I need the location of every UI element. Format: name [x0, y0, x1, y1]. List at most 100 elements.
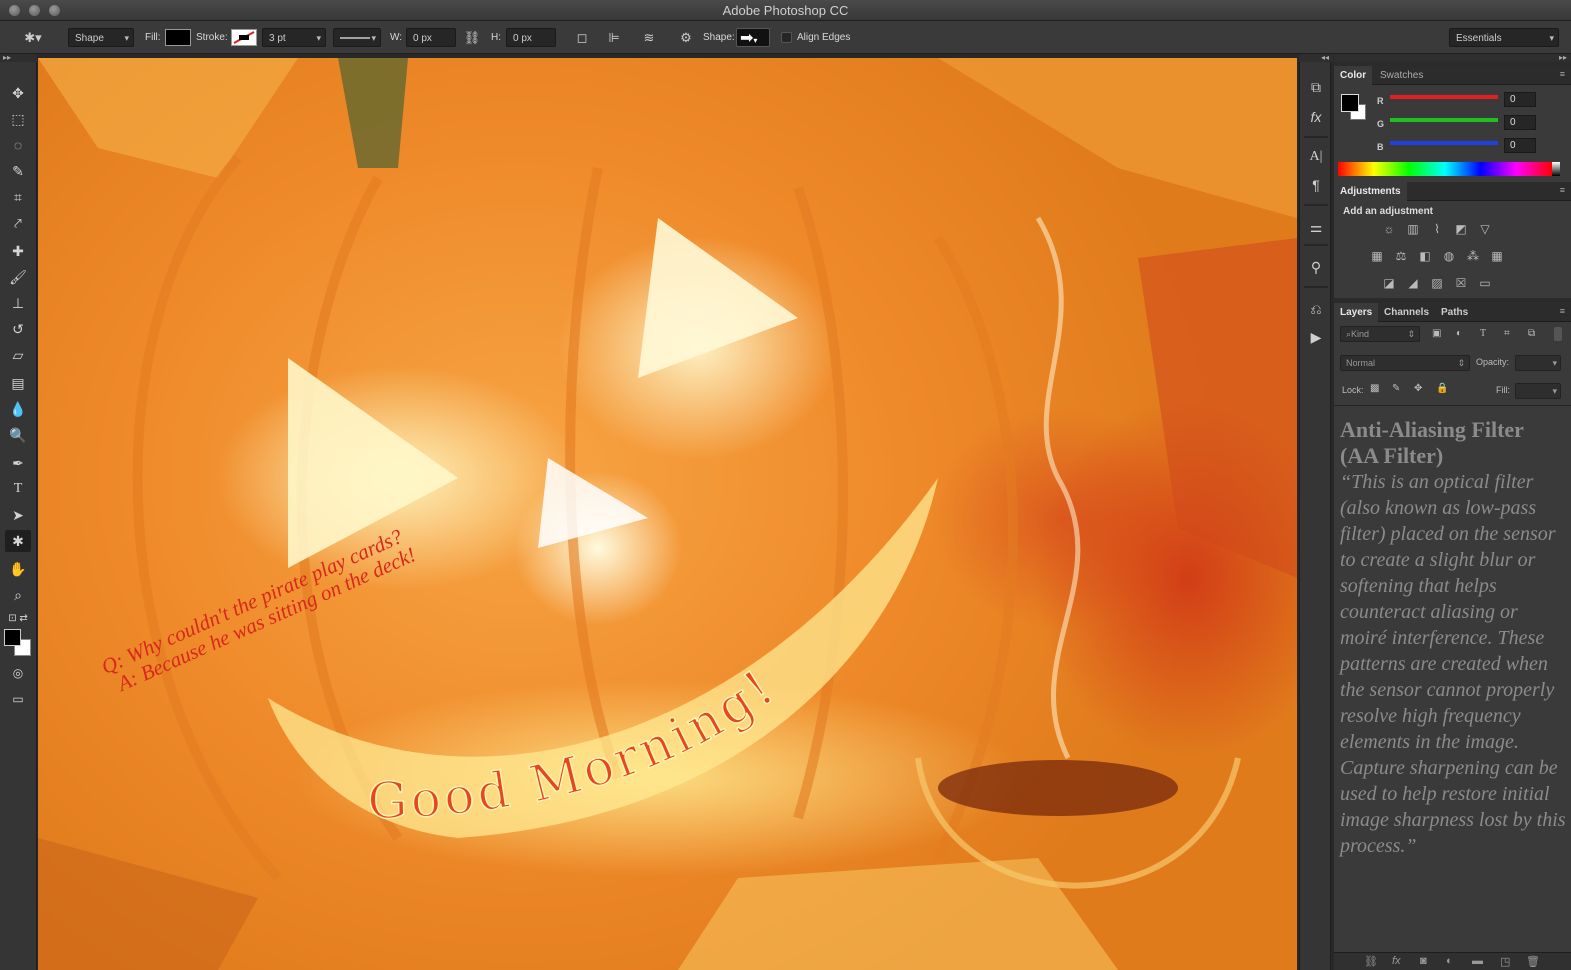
brightness-contrast-icon[interactable]: ☼	[1380, 220, 1398, 238]
custom-shape-tool-preset-icon[interactable]: ✱▾	[18, 28, 48, 47]
panels-collapse-strip[interactable]: ▸▸	[1334, 54, 1571, 62]
default-colors-icon[interactable]: ⊡ ⇄	[5, 608, 31, 630]
path-alignment-icon[interactable]: ⊫	[604, 28, 624, 47]
channel-mixer-icon[interactable]: ⁂	[1464, 247, 1482, 265]
tab-swatches[interactable]: Swatches	[1374, 66, 1429, 85]
selective-color-icon[interactable]: ☒	[1452, 274, 1470, 292]
iconcol-collapse-strip[interactable]: ◂◂	[1299, 54, 1333, 62]
tool-mode-select[interactable]: Shape	[68, 28, 134, 48]
new-group-icon[interactable]: ▬	[1472, 955, 1483, 967]
type-tool-icon[interactable]: T	[5, 478, 31, 500]
pen-tool-icon[interactable]: ✒	[5, 452, 31, 474]
stroke-width-field[interactable]: 3 pt	[262, 28, 326, 48]
black-white-icon[interactable]: ◧	[1416, 247, 1434, 265]
tab-paths[interactable]: Paths	[1435, 303, 1474, 322]
clone-stamp-tool-icon[interactable]: ⊥	[5, 292, 31, 314]
filter-pixel-icon[interactable]: ▣	[1432, 328, 1441, 339]
filter-shape-icon[interactable]: ⌗	[1504, 328, 1510, 339]
tab-channels[interactable]: Channels	[1378, 303, 1435, 322]
character-icon[interactable]: A|	[1304, 146, 1328, 168]
tab-adjustments[interactable]: Adjustments	[1334, 182, 1407, 201]
fill-field[interactable]: ▾	[1515, 383, 1561, 399]
panel-menu-icon[interactable]: ≡	[1560, 185, 1565, 195]
lock-image-icon[interactable]: ✎	[1392, 383, 1400, 394]
quick-mask-icon[interactable]: ◎	[5, 662, 31, 684]
move-tool-icon[interactable]: ✥	[5, 82, 31, 104]
blue-slider[interactable]	[1390, 141, 1498, 145]
path-arrangement-icon[interactable]: ≋	[638, 28, 660, 47]
zoom-tool-icon[interactable]: ⌕	[5, 584, 31, 606]
lasso-tool-icon[interactable]: ◌	[5, 134, 31, 156]
gradient-tool-icon[interactable]: ▤	[5, 372, 31, 394]
fill-swatch[interactable]	[165, 29, 191, 46]
history-icon[interactable]: ⎌	[1304, 298, 1328, 320]
color-spectrum-ramp[interactable]	[1338, 162, 1552, 176]
photo-filter-icon[interactable]: ◍	[1440, 247, 1458, 265]
filter-toggle[interactable]	[1554, 327, 1562, 341]
toolbox-collapse-strip[interactable]: ▸▸	[0, 54, 37, 62]
filter-type-icon[interactable]: T	[1480, 328, 1486, 339]
dodge-tool-icon[interactable]: 🔍	[5, 424, 31, 446]
lock-position-icon[interactable]: ✥	[1414, 383, 1422, 394]
layer-filter-select[interactable]: ⌕Kind ⇕	[1340, 326, 1420, 342]
bw-ramp[interactable]	[1552, 162, 1560, 176]
width-field[interactable]: 0 px	[406, 28, 456, 47]
eraser-tool-icon[interactable]: ▱	[5, 344, 31, 366]
blue-value-field[interactable]: 0	[1504, 138, 1536, 153]
align-edges-checkbox[interactable]	[781, 32, 792, 43]
panel-menu-icon[interactable]: ≡	[1560, 306, 1565, 316]
document-canvas[interactable]: Good Morning! Q: Why couldn't the pirate…	[38, 58, 1297, 970]
red-value-field[interactable]: 0	[1504, 92, 1536, 107]
hand-tool-icon[interactable]: ✋	[5, 558, 31, 580]
color-foreground-swatch[interactable]	[1341, 94, 1359, 112]
marquee-tool-icon[interactable]: ⬚	[5, 108, 31, 130]
stroke-swatch[interactable]	[231, 29, 257, 46]
gradient-map-icon[interactable]: ▭	[1476, 274, 1494, 292]
new-layer-icon[interactable]: ◳	[1500, 955, 1510, 968]
filter-adjustment-icon[interactable]: ◐	[1456, 328, 1462, 339]
color-balance-icon[interactable]: ⚖	[1392, 247, 1410, 265]
lock-transparent-icon[interactable]: ▩	[1370, 383, 1379, 394]
threshold-icon[interactable]: ▨	[1428, 274, 1446, 292]
add-mask-icon[interactable]: ◙	[1420, 955, 1427, 967]
healing-brush-tool-icon[interactable]: ✚	[5, 240, 31, 262]
link-dimensions-icon[interactable]: ⛓	[462, 28, 482, 47]
screen-mode-icon[interactable]: ▭	[5, 688, 31, 710]
brush-presets-icon[interactable]: ⚲	[1304, 256, 1328, 278]
foreground-color-swatch[interactable]	[4, 629, 21, 646]
shape-picker[interactable]: ➡▾	[736, 28, 770, 47]
vibrance-icon[interactable]: ▽	[1476, 220, 1494, 238]
blur-tool-icon[interactable]: 💧	[5, 398, 31, 420]
custom-shape-tool-icon[interactable]: ✱	[5, 530, 31, 552]
styles-fx-icon[interactable]: fx	[1304, 106, 1328, 128]
tab-layers[interactable]: Layers	[1334, 303, 1379, 322]
delete-layer-icon[interactable]: 🗑	[1526, 955, 1540, 968]
actions-play-icon[interactable]: ▶	[1304, 326, 1328, 348]
brush-tool-icon[interactable]: 🖌	[5, 266, 31, 288]
tab-color[interactable]: Color	[1334, 66, 1373, 85]
color-lookup-icon[interactable]: ▦	[1488, 247, 1506, 265]
libraries-icon[interactable]: ⧉	[1304, 76, 1328, 98]
levels-icon[interactable]: ▥	[1404, 220, 1422, 238]
quick-selection-tool-icon[interactable]: ✎	[5, 160, 31, 182]
stroke-type-select[interactable]	[333, 28, 381, 48]
properties-icon[interactable]: ⚌	[1304, 216, 1328, 238]
layer-style-fx-icon[interactable]: fx	[1392, 955, 1401, 967]
panel-menu-icon[interactable]: ≡	[1560, 69, 1565, 79]
link-layers-icon[interactable]: ⛓	[1364, 955, 1378, 968]
path-operations-icon[interactable]: ◻	[572, 28, 592, 47]
filter-smart-object-icon[interactable]: ⧉	[1528, 328, 1535, 339]
hue-saturation-icon[interactable]: ▦	[1368, 247, 1386, 265]
curves-icon[interactable]: ⌇	[1428, 220, 1446, 238]
blend-mode-select[interactable]: Normal ⇕	[1340, 355, 1470, 371]
green-value-field[interactable]: 0	[1504, 115, 1536, 130]
lock-all-icon[interactable]: 🔒	[1436, 383, 1448, 394]
paragraph-icon[interactable]: ¶	[1304, 174, 1328, 196]
history-brush-tool-icon[interactable]: ↺	[5, 318, 31, 340]
path-selection-tool-icon[interactable]: ➤	[5, 504, 31, 526]
crop-tool-icon[interactable]: ⌗	[5, 186, 31, 208]
workspace-select[interactable]: Essentials	[1449, 28, 1559, 48]
green-slider[interactable]	[1390, 118, 1498, 122]
exposure-icon[interactable]: ◩	[1452, 220, 1470, 238]
invert-icon[interactable]: ◪	[1380, 274, 1398, 292]
